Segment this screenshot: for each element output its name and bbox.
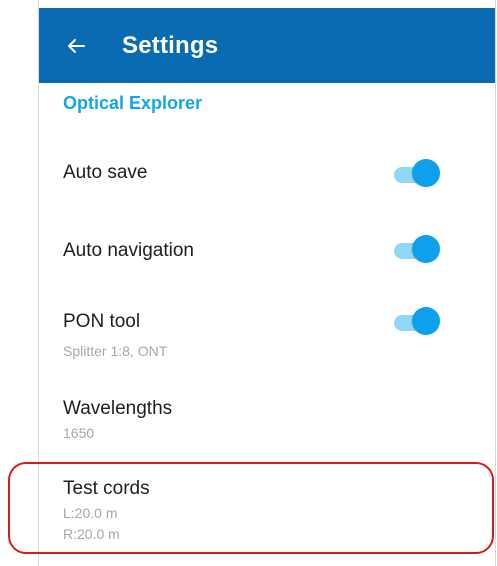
setting-label-test-cords: Test cords <box>63 478 150 499</box>
section-title-optical-explorer: Optical Explorer <box>63 93 203 113</box>
setting-row-auto-navigation[interactable]: Auto navigation <box>39 228 495 276</box>
setting-label-auto-save: Auto save <box>63 162 148 183</box>
setting-label-wavelengths: Wavelengths <box>63 398 173 419</box>
settings-panel: Settings Optical Explorer Auto save Auto… <box>38 0 496 566</box>
setting-subtitle-wavelengths: 1650 <box>63 425 95 441</box>
setting-label-auto-navigation: Auto navigation <box>63 240 194 261</box>
setting-label-pon-tool: PON tool <box>63 311 141 332</box>
top-margin <box>39 0 495 8</box>
back-button[interactable] <box>64 34 88 58</box>
auto-navigation-toggle[interactable] <box>390 234 440 264</box>
setting-subtitle-test-cords-right: R:20.0 m <box>63 526 120 542</box>
setting-row-auto-save[interactable]: Auto save <box>39 150 495 198</box>
setting-row-wavelengths[interactable]: Wavelengths 1650 <box>39 388 495 450</box>
setting-subtitle-test-cords-left: L:20.0 m <box>63 505 118 521</box>
auto-save-toggle[interactable] <box>390 158 440 188</box>
arrow-left-icon <box>68 38 85 53</box>
page-title: Settings <box>122 31 219 59</box>
app-bar: Settings <box>39 8 495 83</box>
setting-subtitle-pon-tool: Splitter 1:8, ONT <box>63 343 168 359</box>
setting-row-test-cords[interactable]: Test cords L:20.0 m R:20.0 m <box>39 468 495 548</box>
pon-tool-toggle[interactable] <box>390 306 440 336</box>
toggle-thumb <box>412 307 440 335</box>
settings-screen: Settings Optical Explorer Auto save Auto… <box>0 0 497 566</box>
toggle-thumb <box>412 235 440 263</box>
toggle-thumb <box>412 159 440 187</box>
setting-row-pon-tool[interactable]: PON tool Splitter 1:8, ONT <box>39 303 495 371</box>
